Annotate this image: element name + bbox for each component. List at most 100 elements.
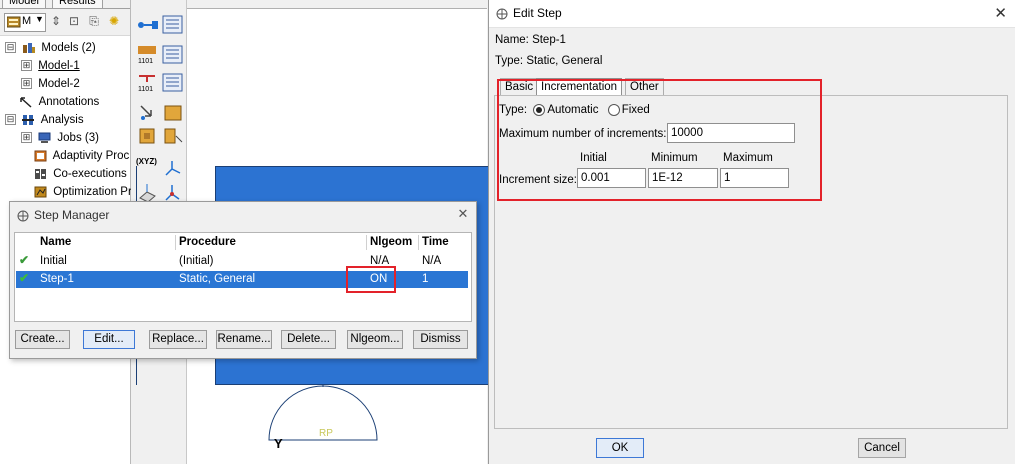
filter-icon[interactable]: ⎘ — [86, 13, 102, 29]
check-icon: ✔ — [19, 271, 30, 285]
adaptivity-icon — [34, 150, 47, 162]
step-procedure: Static, General — [179, 273, 256, 285]
nlgeom-button[interactable]: Nlgeom... — [347, 330, 403, 349]
check-icon: ✔ — [19, 253, 30, 267]
tree-item-model-1[interactable]: ⊞ Model-1 — [21, 57, 80, 75]
tree-item-label: Optimization Pr — [53, 186, 132, 198]
tree-item-jobs[interactable]: ⊞ Jobs (3) — [21, 129, 99, 147]
co-execution-icon — [35, 168, 46, 179]
step-manager-button-bar: Create... Edit... Replace... Rename... D… — [15, 330, 475, 352]
field-output-manager-icon[interactable] — [162, 44, 184, 66]
column-header-nlgeom: Nlgeom — [370, 236, 413, 248]
edit-step-title: Edit Step — [513, 6, 562, 20]
rename-button[interactable]: Rename... — [216, 330, 272, 349]
field-output-icon[interactable]: 1101 — [137, 44, 159, 66]
column-header-name: Name — [40, 236, 72, 248]
chevron-down-icon: ▼ — [35, 14, 44, 24]
tree-toolbar: M ▼ ⇕ ⊡ ⎘ ✺ — [0, 9, 130, 36]
nlgeom-annotation-box — [346, 266, 396, 293]
model-selector-combo[interactable]: M ▼ — [4, 13, 46, 32]
step-time: N/A — [422, 255, 442, 267]
ok-button[interactable]: OK — [596, 438, 644, 458]
model-selector-value: M — [22, 15, 32, 27]
steps-table: Name Procedure Nlgeom Time ✔ Initial (In… — [14, 232, 472, 322]
tab-model[interactable]: Model — [2, 0, 46, 8]
table-row[interactable]: ✔ Initial (Initial) N/A N/A — [16, 253, 468, 270]
step-manager-title: Step Manager — [34, 208, 110, 222]
create-button[interactable]: Create... — [15, 330, 70, 349]
edit-step-title-icon — [496, 8, 508, 20]
step-manager-icon[interactable] — [162, 14, 184, 36]
sort-icon[interactable]: ⇕ — [48, 13, 64, 29]
optimization-icon — [34, 186, 47, 198]
step-manager-dialog: Step Manager ✕ Name Procedure Nlgeom Tim… — [9, 201, 477, 359]
step-name: Step-1 — [40, 273, 74, 285]
expand-icon[interactable]: ⊞ — [21, 78, 32, 90]
tree-item-model-2[interactable]: ⊞ Model-2 — [21, 75, 80, 93]
expand-icon[interactable]: ⊞ — [21, 60, 32, 72]
tab-results[interactable]: Results — [52, 0, 103, 8]
jobs-icon — [38, 132, 51, 143]
column-divider — [175, 235, 176, 250]
edit-step-title-bar: Edit Step ✕ — [489, 0, 1015, 28]
datum-csys-label: (XYZ) — [136, 157, 157, 166]
tree-item-adaptivity[interactable]: Adaptivity Proc — [34, 147, 129, 165]
column-divider — [366, 235, 367, 250]
analysis-icon — [22, 114, 35, 125]
tree-tab-bar: Model Results — [0, 0, 130, 9]
adaptive-mesh-icon[interactable] — [137, 102, 159, 124]
column-divider — [418, 235, 419, 250]
history-output-icon[interactable]: 1101 — [137, 72, 159, 94]
tree-item-label: Model-1 — [38, 60, 80, 72]
close-icon[interactable]: ✕ — [456, 207, 470, 221]
axis-y-label: Y — [274, 436, 283, 451]
tree-item-label: Analysis — [40, 114, 84, 126]
models-icon — [23, 42, 36, 53]
tree-item-optimization[interactable]: Optimization Pr — [34, 183, 132, 201]
datum-csys-icon[interactable]: (XYZ) — [136, 157, 158, 179]
edit-button[interactable]: Edit... — [83, 330, 135, 349]
delete-button[interactable]: Delete... — [281, 330, 336, 349]
tree-item-models[interactable]: ⊟ Models (2) — [5, 39, 96, 57]
cancel-button[interactable]: Cancel — [858, 438, 906, 458]
tree-item-label: Model-2 — [38, 78, 80, 90]
column-header-time: Time — [422, 236, 449, 248]
tree-item-analysis[interactable]: ⊟ Analysis — [5, 111, 84, 129]
column-header-procedure: Procedure — [179, 236, 236, 248]
domain-manager-icon[interactable] — [162, 126, 184, 148]
incrementation-annotation-box — [497, 79, 822, 201]
tree-item-co-executions[interactable]: Co-executions — [34, 165, 127, 183]
tree-item-label: Jobs (3) — [57, 132, 99, 144]
step-name: Initial — [40, 255, 67, 267]
history-output-manager-icon[interactable] — [162, 72, 184, 94]
tree-item-label: Models (2) — [41, 42, 96, 54]
expand-icon[interactable]: ⊡ — [66, 13, 82, 29]
replace-button[interactable]: Replace... — [149, 330, 207, 349]
reference-point-label: RP — [319, 428, 333, 439]
adaptive-mesh-constraint-icon[interactable] — [162, 102, 184, 124]
tree-item-label: Annotations — [38, 96, 100, 108]
context-bar — [187, 0, 487, 9]
table-row-selected[interactable]: ✔ Step-1 Static, General ON 1 — [16, 271, 468, 288]
step-procedure: (Initial) — [179, 255, 214, 267]
dismiss-button[interactable]: Dismiss — [413, 330, 468, 349]
annotation-icon — [20, 97, 32, 108]
model-db-icon — [7, 16, 21, 28]
tree-item-label: Adaptivity Proc — [52, 150, 130, 162]
close-icon[interactable]: ✕ — [994, 6, 1007, 21]
tree-item-annotations[interactable]: Annotations — [20, 93, 99, 111]
expand-icon[interactable]: ⊞ — [21, 132, 32, 144]
tree-item-label: Co-executions — [53, 168, 127, 180]
svg-text:1101: 1101 — [138, 58, 153, 65]
domain-icon[interactable] — [137, 126, 159, 148]
collapse-icon[interactable]: ⊟ — [5, 114, 16, 126]
step-type-line: Type: Static, General — [495, 55, 603, 67]
step-name-line: Name: Step-1 — [495, 34, 566, 46]
step-create-icon[interactable] — [137, 14, 159, 36]
step-time: 1 — [422, 273, 429, 285]
svg-text:1101: 1101 — [138, 86, 153, 93]
datum-axis-icon[interactable] — [162, 157, 184, 179]
lightbulb-icon[interactable]: ✺ — [106, 13, 122, 29]
collapse-icon[interactable]: ⊟ — [5, 42, 16, 54]
edit-step-dialog: Edit Step ✕ Name: Step-1 Type: Static, G… — [488, 0, 1015, 464]
